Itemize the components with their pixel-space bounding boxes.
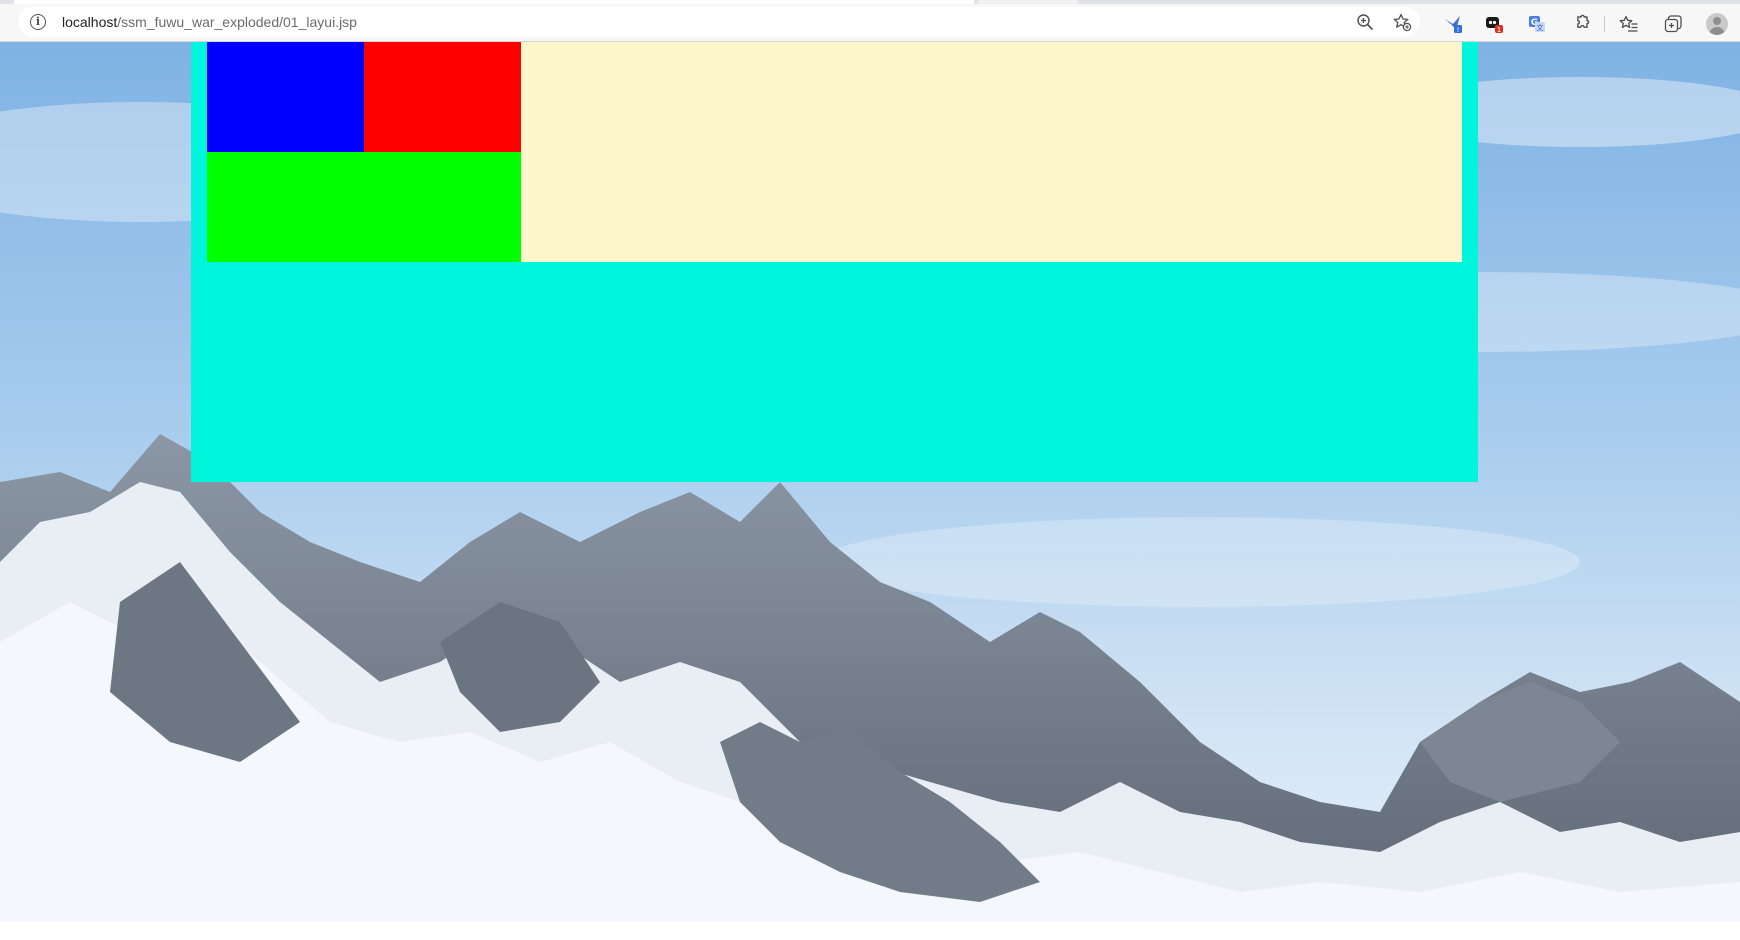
bottom-white-band <box>0 922 1740 940</box>
collections-icon[interactable] <box>1663 14 1683 34</box>
red-block <box>364 42 521 152</box>
translate-icon[interactable]: G 文 <box>1527 14 1547 34</box>
url-host: localhost <box>62 14 118 30</box>
extension-badge-icon[interactable]: ! <box>1443 14 1463 34</box>
extensions-icon[interactable] <box>1571 14 1591 34</box>
page-viewport <box>0 42 1740 922</box>
blue-block <box>207 42 364 152</box>
green-block <box>207 152 521 262</box>
browser-toolbar: i localhost/ssm_fuwu_war_exploded/01_lay… <box>0 4 1740 42</box>
address-bar[interactable]: i localhost/ssm_fuwu_war_exploded/01_lay… <box>18 7 1420 37</box>
browser-window: i localhost/ssm_fuwu_war_exploded/01_lay… <box>0 0 1740 940</box>
extension-counter-icon[interactable]: 1 <box>1484 14 1504 34</box>
favorites-icon[interactable] <box>1619 14 1639 34</box>
profile-avatar[interactable] <box>1706 13 1728 35</box>
url-text[interactable]: localhost/ssm_fuwu_war_exploded/01_layui… <box>62 14 357 30</box>
svg-text:文: 文 <box>1537 23 1544 32</box>
svg-text:!: ! <box>1457 26 1460 34</box>
toolbar-divider <box>1604 16 1605 32</box>
svg-text:1: 1 <box>1497 26 1501 34</box>
layui-container <box>191 42 1478 482</box>
site-info-icon[interactable]: i <box>30 14 46 30</box>
avatar-shoulders <box>1709 27 1725 35</box>
add-favorite-icon[interactable] <box>1392 12 1412 32</box>
avatar-head <box>1713 17 1721 25</box>
url-path: /ssm_fuwu_war_exploded/01_layui.jsp <box>117 14 357 30</box>
zoom-icon[interactable] <box>1355 12 1375 32</box>
